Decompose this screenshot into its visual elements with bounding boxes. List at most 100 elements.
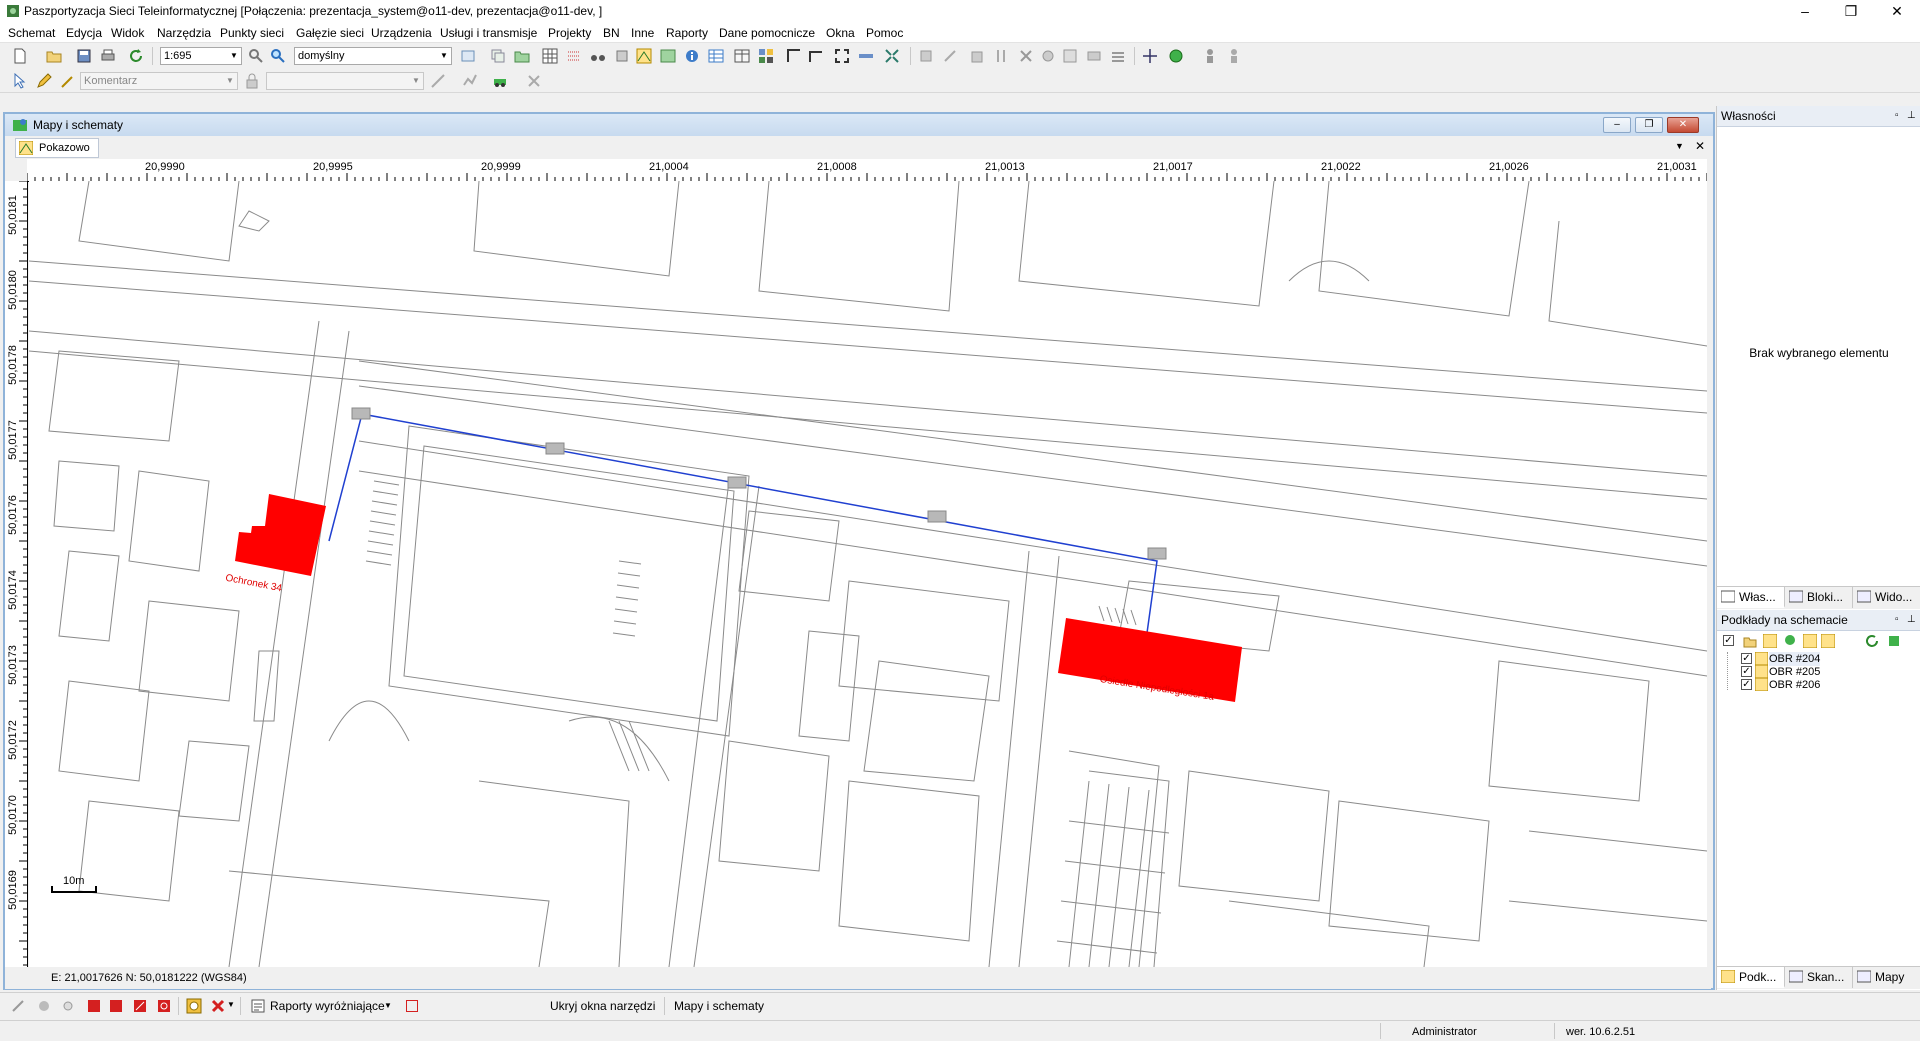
tool-g-icon[interactable] [1086, 48, 1102, 64]
reports-dropdown-icon[interactable]: ▼ [384, 1001, 392, 1010]
menu-bn[interactable]: BN [603, 26, 620, 40]
map-canvas[interactable]: Ochronek 34 Osiedle Niepodległości 1a 10… [29, 181, 1707, 967]
person2-icon[interactable] [1226, 48, 1242, 64]
tab-wlasnosci[interactable]: Włas... [1717, 587, 1785, 608]
attribute-combo[interactable]: ▼ [266, 72, 424, 90]
tab-bloki[interactable]: Bloki... [1785, 587, 1853, 608]
zoom-icon[interactable] [248, 48, 264, 64]
close-button[interactable]: ✕ [1874, 0, 1920, 22]
minimize-button[interactable]: – [1782, 0, 1828, 22]
corner-icon[interactable] [786, 48, 802, 64]
tab-podklady[interactable]: Podk... [1717, 967, 1785, 988]
map-layer-icon[interactable] [636, 48, 652, 64]
grid-icon[interactable] [542, 48, 558, 64]
select-arrow-icon[interactable] [12, 73, 28, 89]
line-tool-icon[interactable] [430, 73, 446, 89]
car-icon[interactable] [492, 73, 508, 89]
layer-icon[interactable] [460, 48, 476, 64]
tab-pokazowo[interactable]: Pokazowo [15, 138, 99, 158]
menu-widok[interactable]: Widok [111, 26, 144, 40]
pen-tool-icon[interactable] [10, 998, 26, 1014]
menu-raporty[interactable]: Raporty [666, 26, 708, 40]
print-icon[interactable] [100, 48, 116, 64]
layer-map2-icon[interactable] [1803, 634, 1817, 648]
pencil-line-icon[interactable] [60, 73, 76, 89]
mdi-close-button[interactable]: ✕ [1667, 117, 1699, 133]
layer-checkbox[interactable]: ✓ [1741, 679, 1752, 690]
tool-a-icon[interactable] [918, 48, 934, 64]
red-frame-icon[interactable] [406, 1000, 418, 1012]
menu-dane-pomocnicze[interactable]: Dane pomocnicze [719, 26, 815, 40]
panel-float-icon[interactable]: ▫ [1895, 106, 1899, 126]
polyline-icon[interactable] [462, 73, 478, 89]
layers-float-icon[interactable]: ▫ [1895, 610, 1899, 630]
panel-pin-icon[interactable]: ⊥ [1907, 106, 1916, 126]
gear-tool-icon[interactable] [60, 998, 76, 1014]
layer-puzzle-icon[interactable] [1887, 634, 1901, 648]
menu-okna[interactable]: Okna [826, 26, 855, 40]
tab-mapy[interactable]: Mapy [1853, 967, 1920, 988]
comment-combo[interactable]: Komentarz ▼ [80, 72, 238, 90]
stack-icon[interactable] [614, 48, 630, 64]
menu-projekty[interactable]: Projekty [548, 26, 591, 40]
maps-window-button[interactable]: Mapy i schematy [674, 999, 764, 1013]
reports-icon[interactable] [250, 998, 266, 1014]
save-icon[interactable] [76, 48, 92, 64]
search-map-icon[interactable] [270, 48, 286, 64]
grid-color-icon[interactable] [758, 48, 774, 64]
corner2-icon[interactable] [808, 48, 824, 64]
globe-icon[interactable] [1168, 48, 1184, 64]
scale-combo[interactable]: 1:695 ▼ [160, 47, 242, 65]
mdi-minimize-button[interactable]: – [1603, 117, 1631, 133]
highlight-icon[interactable] [186, 998, 202, 1014]
style-combo[interactable]: domyślny ▼ [294, 47, 452, 65]
menu-punkty-sieci[interactable]: Punkty sieci [220, 26, 284, 40]
hide-tools-button[interactable]: Ukryj okna narzędzi [550, 999, 655, 1013]
tab-widoki[interactable]: Wido... [1853, 587, 1920, 608]
person-icon[interactable] [1202, 48, 1218, 64]
layer-tree-icon[interactable] [1783, 634, 1797, 648]
pencil-icon[interactable] [36, 73, 52, 89]
reports-button[interactable]: Raporty wyróżniające [270, 999, 385, 1013]
clear-highlight-icon[interactable] [210, 998, 226, 1014]
maximize-button[interactable]: ❐ [1828, 0, 1874, 22]
tool-h-icon[interactable] [1110, 48, 1126, 64]
menu-narzedzia[interactable]: Narzędzia [157, 26, 211, 40]
menu-pomoc[interactable]: Pomoc [866, 26, 903, 40]
info-icon[interactable] [684, 48, 700, 64]
red-search-icon[interactable] [156, 998, 172, 1014]
tool-d-icon[interactable] [994, 48, 1010, 64]
table-icon[interactable] [708, 48, 724, 64]
menu-inne[interactable]: Inne [631, 26, 654, 40]
mdi-restore-button[interactable]: ❐ [1635, 117, 1663, 133]
tab-skany[interactable]: Skan... [1785, 967, 1853, 988]
lock-icon[interactable] [244, 73, 260, 89]
tabs-dropdown-icon[interactable]: ▼ [1675, 141, 1684, 151]
open-folder-icon[interactable] [46, 48, 62, 64]
menu-galezie-sieci[interactable]: Gałęzie sieci [296, 26, 364, 40]
new-document-icon[interactable] [12, 48, 28, 64]
cross-tool-icon[interactable] [1142, 48, 1158, 64]
layer-map3-icon[interactable] [1821, 634, 1835, 648]
folder-green-icon[interactable] [514, 48, 530, 64]
tabs-close-icon[interactable]: ✕ [1695, 139, 1705, 153]
extent-icon[interactable] [834, 48, 850, 64]
red-square2-icon[interactable] [108, 998, 124, 1014]
tool-e-icon[interactable] [1040, 48, 1056, 64]
copy-icon[interactable] [490, 48, 506, 64]
binoculars-icon[interactable] [590, 48, 606, 64]
menu-edycja[interactable]: Edycja [66, 26, 102, 40]
layers-select-all-checkbox[interactable]: ✓ [1723, 635, 1734, 646]
clear-dropdown-icon[interactable]: ▼ [227, 1000, 235, 1009]
menu-uslugi[interactable]: Usługi i transmisje [440, 26, 537, 40]
refresh-icon[interactable] [128, 48, 144, 64]
measure-icon[interactable] [858, 48, 874, 64]
tool-f-icon[interactable] [1062, 48, 1078, 64]
dots-grid-icon[interactable] [566, 48, 582, 64]
menu-schemat[interactable]: Schemat [8, 26, 55, 40]
highlighted-building-ochronek[interactable] [235, 494, 326, 576]
red-edit-icon[interactable] [132, 998, 148, 1014]
menu-urzadzenia[interactable]: Urządzenia [371, 26, 432, 40]
close-tool-icon[interactable] [526, 73, 542, 89]
layer-folder-icon[interactable] [1743, 634, 1757, 648]
